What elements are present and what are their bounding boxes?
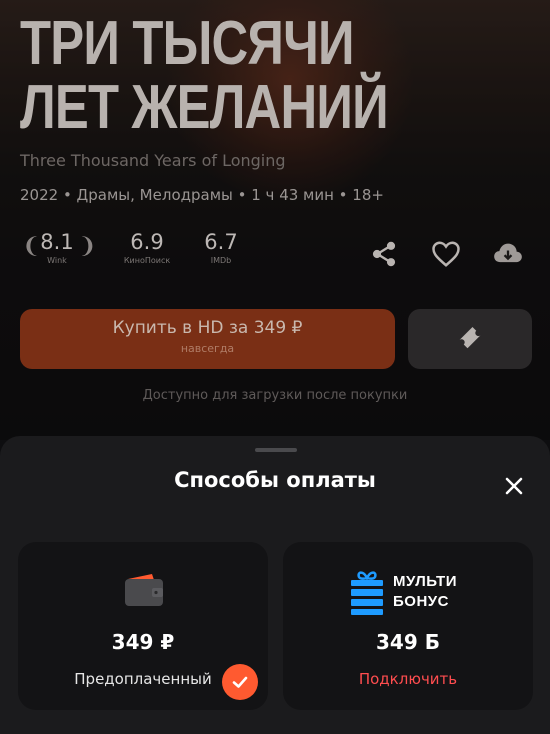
multibonus-logo: МУЛЬТИ БОНУС	[349, 570, 479, 616]
rating-source: IMDb	[210, 256, 232, 265]
heart-icon[interactable]	[431, 240, 461, 270]
option-price: 349 ₽	[111, 630, 175, 654]
connect-link[interactable]: Подключить	[283, 670, 533, 688]
logo-line-1: МУЛЬТИ	[393, 573, 457, 590]
payment-option-multibonus[interactable]: МУЛЬТИ БОНУС 349 Б Подключить	[283, 542, 533, 710]
ratings-row: ❨ 8.1 Wink ❩ 6.9 КиноПоиск 6.7 IMDb	[20, 230, 540, 274]
rating-value: 6.9	[130, 230, 164, 254]
movie-title: ТРИ ТЫСЯЧИ ЛЕТ ЖЕЛАНИЙ	[20, 9, 389, 142]
option-price: 349 Б	[376, 630, 440, 654]
close-icon[interactable]	[498, 470, 530, 502]
share-icon[interactable]	[370, 240, 400, 270]
buy-hd-button[interactable]: Купить в HD за 349 ₽ навсегда	[20, 309, 395, 369]
logo-line-2: БОНУС	[393, 593, 449, 610]
payment-methods-sheet: Способы оплаты 349 ₽ Предоплаченный МУЛЬ…	[0, 436, 550, 734]
movie-title-line-2: ЛЕТ ЖЕЛАНИЙ	[20, 73, 389, 142]
movie-header: ТРИ ТЫСЯЧИ ЛЕТ ЖЕЛАНИЙ Three Thousand Ye…	[0, 0, 550, 440]
movie-title-line-1: ТРИ ТЫСЯЧИ	[20, 9, 355, 78]
rating-wink: 8.1 Wink	[32, 230, 82, 265]
buy-label: Купить в HD за 349 ₽	[112, 318, 303, 338]
rating-source: Wink	[47, 256, 67, 265]
ticket-icon	[455, 322, 485, 356]
sheet-title: Способы оплаты	[174, 468, 376, 492]
selected-check-icon	[222, 664, 258, 700]
sheet-drag-handle[interactable]	[255, 448, 297, 452]
rating-kinopoisk: 6.9 КиноПоиск	[112, 230, 182, 265]
wallet-icon	[122, 572, 166, 612]
rating-imdb: 6.7 IMDb	[196, 230, 246, 265]
multibonus-wordmark: МУЛЬТИ БОНУС	[393, 572, 457, 612]
movie-meta: 2022 • Драмы, Мелодрамы • 1 ч 43 мин • 1…	[20, 186, 384, 204]
rating-value: 8.1	[40, 230, 74, 254]
rating-source: КиноПоиск	[123, 256, 171, 265]
promo-ticket-button[interactable]	[408, 309, 532, 369]
laurel-right-icon: ❩	[78, 234, 97, 259]
gift-icon	[351, 571, 383, 615]
download-note: Доступно для загрузки после покупки	[142, 388, 408, 403]
original-title: Three Thousand Years of Longing	[20, 151, 286, 170]
buy-sublabel: навсегда	[180, 342, 235, 355]
download-cloud-icon[interactable]	[493, 240, 523, 270]
rating-value: 6.7	[204, 230, 238, 254]
